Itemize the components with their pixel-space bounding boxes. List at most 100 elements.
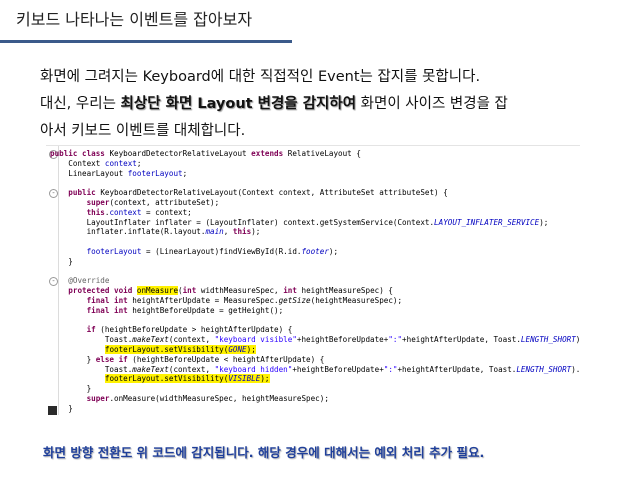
code-token: heightAfterUpdate = MeasureSpec.: [132, 295, 279, 305]
code-token: heightMeasureSpec) {: [301, 286, 393, 296]
code-token: final int: [86, 305, 133, 315]
code-token: Context: [50, 158, 105, 168]
code-token: makeText: [132, 364, 169, 374]
code-token: if: [86, 325, 101, 335]
code-token: this: [86, 207, 105, 217]
code-token: protected void: [68, 286, 137, 296]
code-token: ;: [136, 158, 142, 168]
body-line-3: 아서 키보드 이벤트를 대체합니다.: [40, 123, 246, 139]
code-token: RelativeLayout {: [287, 149, 361, 158]
code-token: }: [50, 354, 96, 364]
code-token: heightBeforeUpdate = getHeight();: [132, 305, 284, 315]
code-token: context: [109, 207, 142, 217]
code-token: +heightAfterUpdate, Toast.: [397, 364, 517, 374]
code-token: public: [68, 188, 101, 198]
code-token: (context,: [168, 364, 215, 374]
code-token: extends: [251, 149, 288, 158]
code-line: public KeyboardDetectorRelativeLayout(Co…: [46, 188, 580, 198]
code-screenshot: - - - public class KeyboardDetectorRelat…: [46, 145, 580, 415]
code-token: @Override: [68, 276, 110, 286]
code-line: inflater.inflate(R.layout.main, this);: [46, 227, 580, 237]
code-token: footerLayout.setVisibility(: [104, 344, 229, 354]
code-token: +heightBeforeUpdate+: [296, 335, 389, 345]
body-line-2-emphasis: 최상단 화면 Layout 변경을 감지하여: [120, 96, 357, 112]
code-token: footerLayout.setVisibility(: [104, 374, 229, 384]
code-token: +heightBeforeUpdate+: [292, 364, 384, 374]
code-token: footerLayout: [127, 168, 183, 178]
title-underline: [0, 40, 292, 43]
code-token: context: [104, 158, 137, 168]
code-token: Toast.: [50, 364, 133, 374]
code-token: int: [283, 286, 302, 296]
code-token: onMeasure: [136, 286, 179, 296]
footnote: 화면 방향 전환도 위 코드에 감지됩니다. 해당 경우에 대해서는 예외 처리…: [43, 445, 485, 460]
code-line: footerLayout.setVisibility(VISIBLE);: [46, 374, 580, 384]
code-token: }: [50, 384, 92, 394]
code-line: }: [46, 384, 580, 394]
code-token: super: [86, 393, 110, 403]
code-token: (context,: [168, 335, 215, 345]
code-token: ":": [383, 364, 398, 374]
body-line-2-prefix: 대신, 우리는: [40, 96, 121, 112]
code-token: (heightMeasureSpec);: [310, 295, 403, 305]
code-token: );: [328, 246, 339, 256]
code-token: +heightAfterUpdate, Toast.: [402, 335, 521, 345]
code-token: }: [50, 256, 73, 266]
code-token: );: [246, 344, 256, 354]
body-line-2-suffix: 화면이 사이즈 변경을 잡: [356, 96, 508, 112]
code-token: this: [232, 227, 252, 237]
code-token: int: [182, 286, 201, 296]
code-line: } else if (heightBeforeUpdate < heightAf…: [46, 355, 580, 365]
code-token: );: [539, 217, 549, 227]
code-line: if (heightBeforeUpdate > heightAfterUpda…: [46, 325, 580, 335]
code-token: getSize: [278, 295, 311, 305]
code-token: = (LinearLayout)findViewById(R.id.: [141, 246, 302, 256]
code-line: public class KeyboardDetectorRelativeLay…: [46, 149, 580, 159]
code-token: Toast.: [50, 335, 133, 345]
code-token: "keyboard visible": [214, 335, 297, 345]
code-line: protected void onMeasure(int widthMeasur…: [46, 286, 580, 296]
code-token: footerLayout: [86, 246, 142, 256]
code-token: );: [251, 227, 261, 237]
code-token: main: [205, 227, 224, 237]
code-token: (context, attributeSet);: [109, 197, 220, 207]
body-text: 화면에 그려지는 Keyboard에 대한 직접적인 Event는 잡지를 못합…: [40, 64, 600, 145]
code-line: final int heightAfterUpdate = MeasureSpe…: [46, 296, 580, 306]
code-token: ;: [182, 168, 188, 178]
code-token: ,: [223, 227, 233, 237]
body-line-2: 대신, 우리는 최상단 화면 Layout 변경을 감지하여 화면이 사이즈 변…: [40, 91, 600, 118]
code-line: }: [46, 257, 580, 267]
code-line: final int heightBeforeUpdate = getHeight…: [46, 306, 580, 316]
code-token: = context;: [141, 207, 192, 217]
code-line: Toast.makeText(context, "keyboard hidden…: [46, 365, 580, 375]
code-line: LinearLayout footerLayout;: [46, 169, 580, 179]
code-line: Toast.makeText(context, "keyboard visibl…: [46, 335, 580, 345]
code-line: @Override: [46, 276, 580, 286]
code-token: LAYOUT_INFLATER_SERVICE: [434, 217, 540, 227]
code-token: );: [260, 374, 270, 384]
code-token: ).show();: [571, 364, 580, 374]
code-token: ).show();: [575, 335, 580, 345]
code-token: KeyboardDetectorRelativeLayout(Context c…: [100, 188, 448, 198]
code-token: KeyboardDetectorRelativeLayout: [109, 149, 252, 158]
code-token: inflater.inflate(R.layout.: [50, 227, 206, 237]
code-token: makeText: [132, 335, 169, 345]
code-token: "keyboard hidden": [214, 364, 293, 374]
code-line: footerLayout = (LinearLayout)findViewByI…: [46, 247, 580, 257]
code-token: footer: [301, 246, 329, 256]
code-token: LENGTH_SHORT: [516, 364, 572, 374]
code-token: (heightBeforeUpdate > heightAfterUpdate)…: [100, 325, 293, 335]
